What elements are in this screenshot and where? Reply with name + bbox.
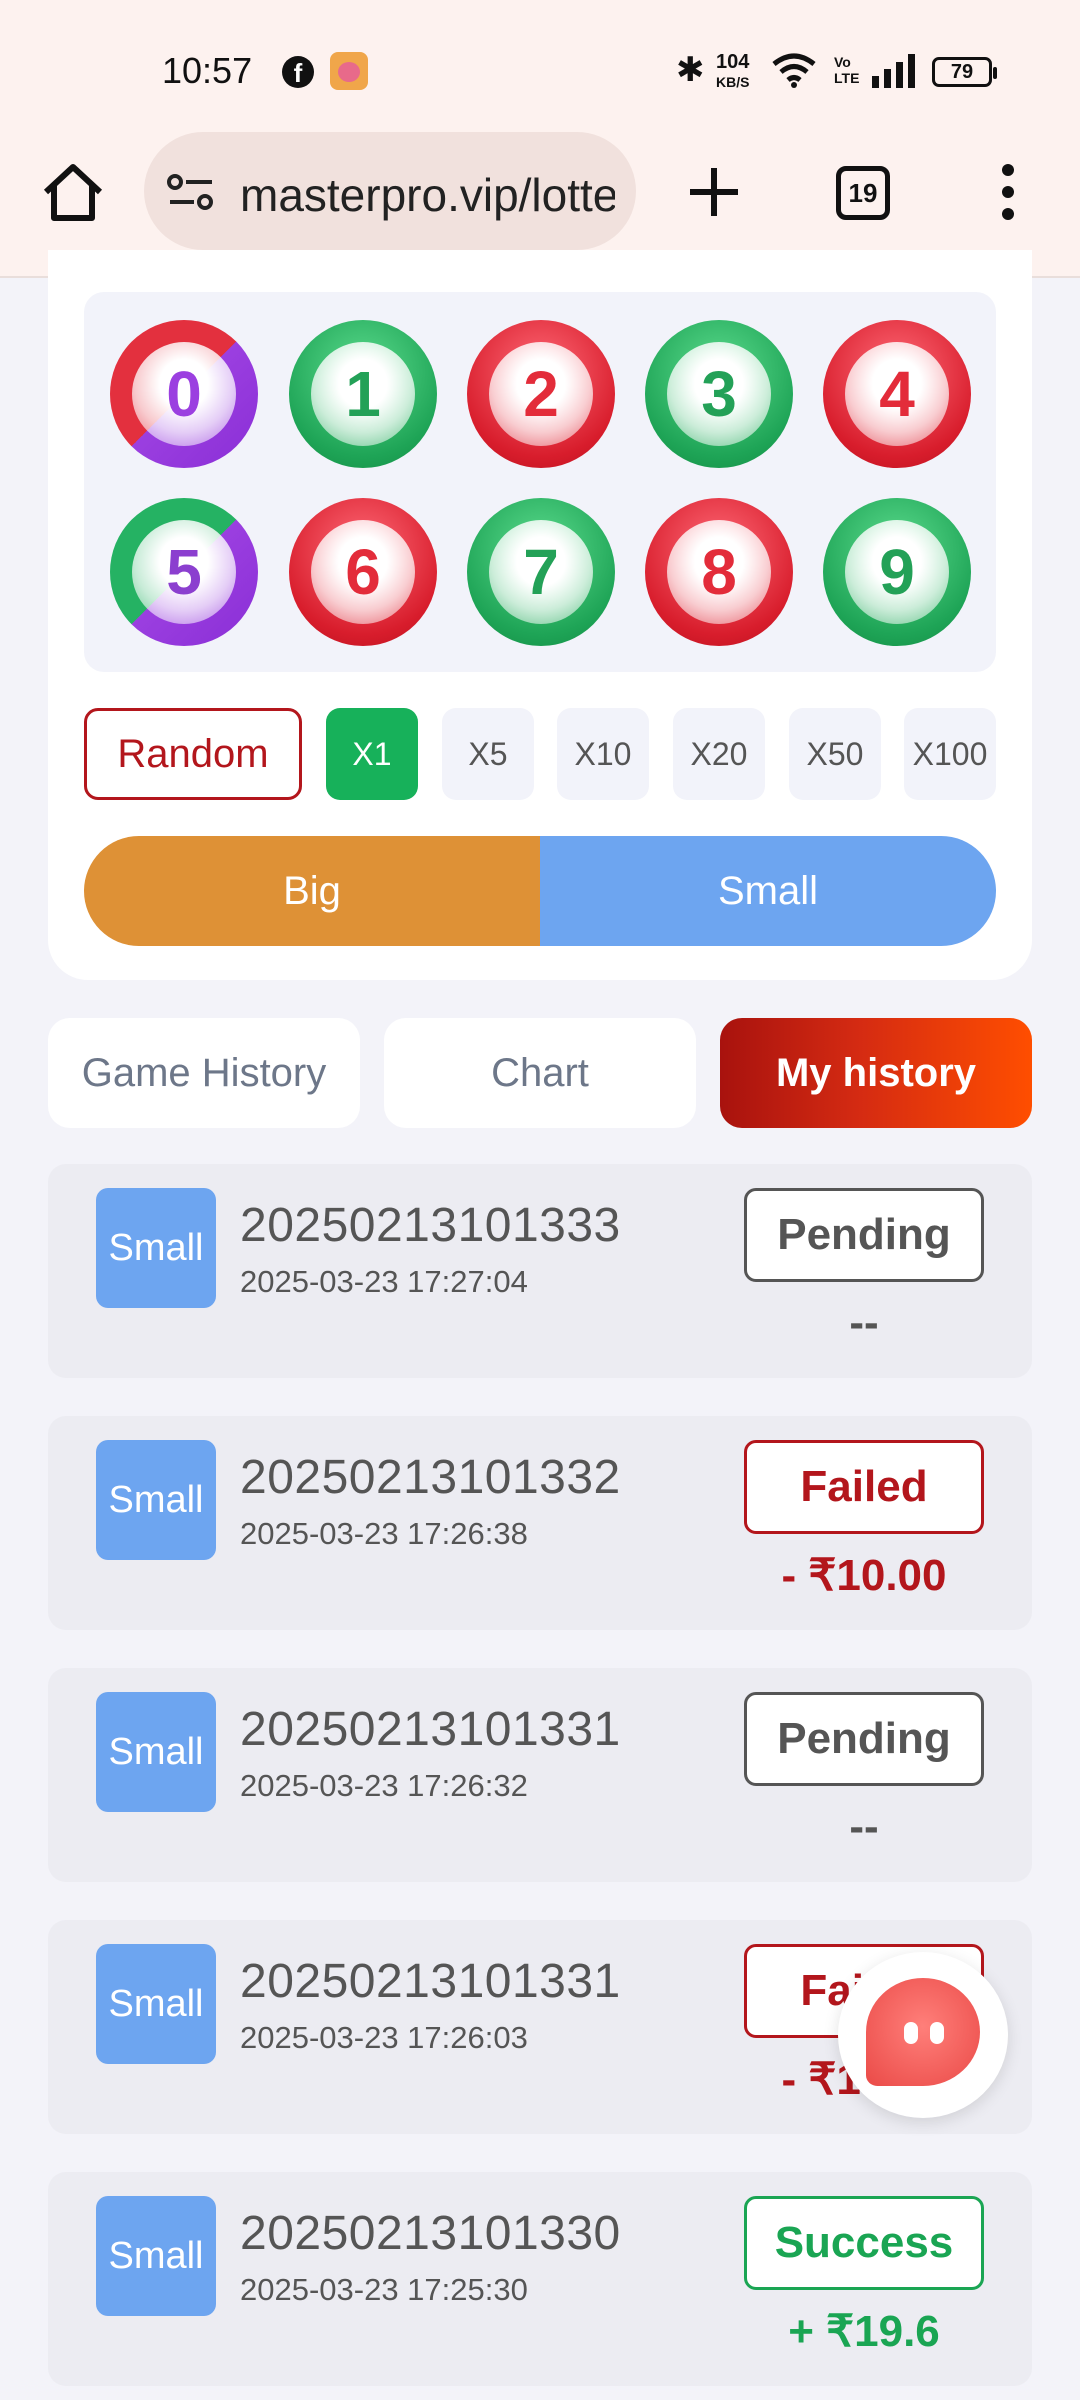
wifi-icon: [772, 53, 816, 88]
more-menu-icon[interactable]: [996, 160, 1020, 224]
ball-6[interactable]: 6: [289, 498, 437, 646]
tab-my-history[interactable]: My history: [720, 1018, 1032, 1128]
history-row[interactable]: Small 20250213101332 2025-03-23 17:26:38…: [48, 1416, 1032, 1630]
big-small-selector: Big Small: [84, 836, 996, 946]
period-number: 20250213101333: [240, 1199, 621, 1252]
battery-indicator: 79: [932, 57, 997, 87]
bet-type-badge: Small: [96, 1188, 216, 1308]
signal-icon: [872, 54, 915, 88]
bet-timestamp: 2025-03-23 17:27:04: [240, 1264, 528, 1299]
multiplier-x10[interactable]: X10: [557, 708, 649, 800]
multiplier-x50[interactable]: X50: [789, 708, 881, 800]
bet-timestamp: 2025-03-23 17:26:03: [240, 2020, 528, 2055]
period-number: 20250213101331: [240, 1703, 621, 1756]
address-bar[interactable]: masterpro.vip/lottery: [144, 132, 636, 250]
history-row[interactable]: Small 20250213101333 2025-03-23 17:27:04…: [48, 1164, 1032, 1378]
network-speed-value: 104: [716, 51, 750, 73]
chat-bot-icon: [866, 1978, 980, 2086]
network-speed-unit: KB/S: [716, 74, 750, 90]
bet-type-badge: Small: [96, 1944, 216, 2064]
status-badge: Success: [744, 2196, 984, 2290]
status-badge: Pending: [744, 1692, 984, 1786]
bet-type-badge: Small: [96, 2196, 216, 2316]
ball-1[interactable]: 1: [289, 320, 437, 468]
bet-type-badge: Small: [96, 1440, 216, 1560]
bet-type-badge: Small: [96, 1692, 216, 1812]
chat-bot-eye: [904, 2022, 918, 2044]
ball-3[interactable]: 3: [645, 320, 793, 468]
bet-timestamp: 2025-03-23 17:26:32: [240, 1768, 528, 1803]
result-amount: --: [849, 1298, 879, 1347]
bet-timestamp: 2025-03-23 17:26:38: [240, 1516, 528, 1551]
home-icon[interactable]: [38, 158, 108, 228]
random-button[interactable]: Random: [84, 708, 302, 800]
url-text[interactable]: masterpro.vip/lottery: [240, 168, 615, 222]
network-speed: 104 KB/S: [716, 52, 749, 92]
game-app-icon: [330, 52, 368, 90]
bluetooth-icon: ✱: [676, 51, 705, 89]
ball-5[interactable]: 5: [110, 498, 258, 646]
status-bar: 10:57 f ✱ 104 KB/S Vo LTE 79: [0, 0, 1080, 130]
new-tab-icon[interactable]: [682, 160, 746, 224]
history-row[interactable]: Small 20250213101330 2025-03-23 17:25:30…: [48, 2172, 1032, 2386]
ball-2[interactable]: 2: [467, 320, 615, 468]
ball-7[interactable]: 7: [467, 498, 615, 646]
volte-indicator: Vo LTE: [834, 54, 860, 86]
result-amount: - ₹10.00: [781, 1551, 947, 1600]
ball-8[interactable]: 8: [645, 498, 793, 646]
facebook-icon: f: [282, 56, 314, 88]
multiplier-x5[interactable]: X5: [442, 708, 534, 800]
customer-service-button[interactable]: [838, 1952, 1008, 2118]
multiplier-x1[interactable]: X1: [326, 708, 418, 800]
multiplier-x20[interactable]: X20: [673, 708, 765, 800]
multiplier-x100[interactable]: X100: [904, 708, 996, 800]
tab-chart[interactable]: Chart: [384, 1018, 696, 1128]
clock: 10:57: [162, 50, 253, 91]
result-amount: --: [849, 1802, 879, 1851]
small-button[interactable]: Small: [540, 836, 996, 946]
period-number: 20250213101332: [240, 1451, 621, 1504]
chat-bot-eye: [930, 2022, 944, 2044]
big-button[interactable]: Big: [84, 836, 540, 946]
period-number: 20250213101330: [240, 2207, 621, 2260]
history-row[interactable]: Small 20250213101331 2025-03-23 17:26:32…: [48, 1668, 1032, 1882]
status-badge: Pending: [744, 1188, 984, 1282]
ball-9[interactable]: 9: [823, 498, 971, 646]
tab-game-history[interactable]: Game History: [48, 1018, 360, 1128]
result-amount: + ₹19.6: [788, 2307, 940, 2356]
bet-timestamp: 2025-03-23 17:25:30: [240, 2272, 528, 2307]
site-settings-icon[interactable]: [166, 172, 216, 214]
period-number: 20250213101331: [240, 1955, 621, 2008]
ball-4[interactable]: 4: [823, 320, 971, 468]
ball-0[interactable]: 0: [110, 320, 258, 468]
tab-switcher-button[interactable]: 19: [836, 166, 890, 220]
status-badge: Failed: [744, 1440, 984, 1534]
